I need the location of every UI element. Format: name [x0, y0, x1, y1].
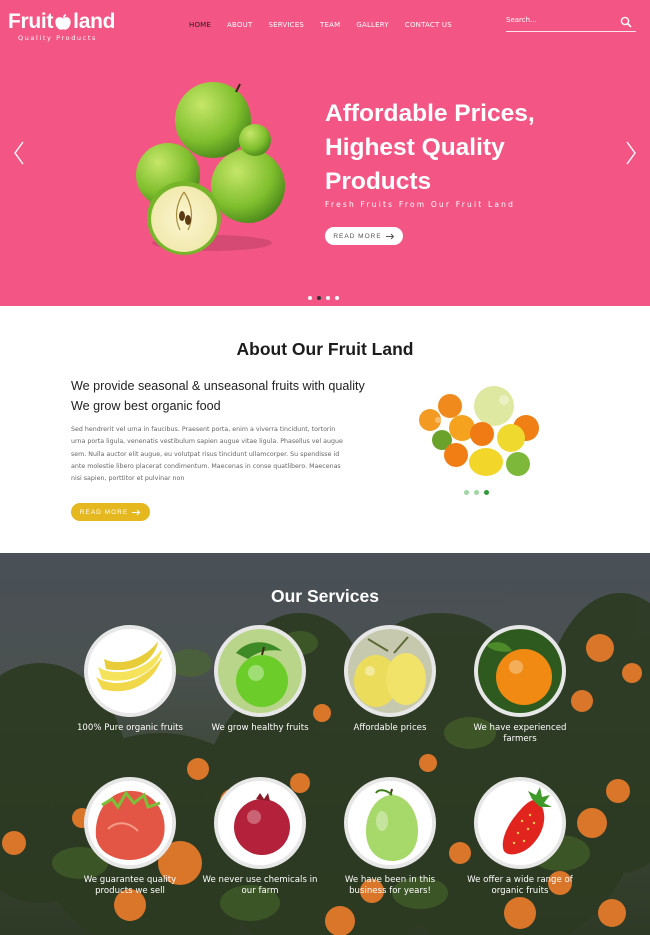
hero-title-line: Affordable Prices,: [325, 100, 535, 127]
about-title: About Our Fruit Land: [236, 339, 414, 359]
slider-dot-active[interactable]: [484, 490, 489, 495]
hero-read-more-button[interactable]: READ MORE: [325, 227, 403, 245]
dragon-fruit-icon: [88, 781, 172, 865]
service-image: [344, 777, 436, 869]
about-section: About Our Fruit Land We provide seasonal…: [0, 306, 650, 553]
about-lead-line: We grow best organic food: [71, 398, 221, 413]
brand-tagline: Quality Products: [18, 34, 97, 42]
mixed-fruits-image: [419, 386, 539, 476]
service-label: We have experienced farmers: [473, 723, 567, 744]
orange-icon: [478, 629, 562, 713]
service-image: [84, 777, 176, 869]
lemons-icon: [348, 629, 432, 713]
slider-dot-active[interactable]: [317, 296, 321, 300]
slider-next-icon[interactable]: [624, 140, 638, 166]
nav-item-gallery[interactable]: GALLERY: [356, 21, 389, 29]
about-body-line: urna porta ligula, venenatis vestibulum …: [71, 438, 343, 446]
service-label: 100% Pure organic fruits: [76, 723, 184, 733]
about-body-text: Sed hendrerit vel urna in faucibus. Prae…: [71, 424, 361, 485]
brand-name-part1: Fruit: [8, 10, 54, 33]
about-body-line: Sed hendrerit vel urna in faucibus. Prae…: [71, 426, 336, 433]
hero-read-more-label: READ MORE: [333, 232, 382, 240]
bananas-icon: [88, 629, 172, 713]
slider-dot[interactable]: [474, 490, 479, 495]
nav-item-contact[interactable]: CONTACT US: [405, 21, 452, 29]
search-box: [506, 14, 636, 32]
slider-dot[interactable]: [464, 490, 469, 495]
service-item[interactable]: We have experienced farmers: [460, 625, 580, 744]
green-apple-icon: [218, 629, 302, 713]
service-item[interactable]: We grow healthy fruits: [200, 625, 320, 734]
about-body-line: ante molestie libero placerat condimentu…: [71, 462, 341, 470]
service-item[interactable]: We offer a wide range of organic fruits: [460, 777, 580, 896]
strawberry-icon: [478, 781, 562, 865]
hero-slider-dots: [308, 296, 339, 300]
about-read-more-label: READ MORE: [79, 508, 129, 516]
search-icon[interactable]: [620, 16, 632, 28]
about-slider-dots: [464, 490, 489, 495]
hero-title-line: Products: [325, 168, 432, 195]
service-label: We have been in this business for years!: [344, 875, 436, 896]
brand-name-part2: land: [73, 10, 116, 33]
nav-item-home[interactable]: HOME: [189, 21, 211, 29]
service-label: We grow healthy fruits: [211, 723, 309, 733]
service-label: We guarantee quality products we sell: [83, 875, 177, 896]
service-image: [84, 625, 176, 717]
services-title: Our Services: [271, 586, 379, 606]
service-image: [214, 625, 306, 717]
about-body-line: nisi sapien, porttitor et pulvinar non: [71, 475, 185, 483]
slider-dot[interactable]: [326, 296, 330, 300]
arrow-right-icon: [385, 233, 394, 239]
green-apples-image: [136, 82, 285, 255]
guava-icon: [348, 781, 432, 865]
service-item[interactable]: We have been in this business for years!: [330, 777, 450, 896]
about-lead-line: We provide seasonal & unseasonal fruits …: [71, 379, 365, 393]
service-item[interactable]: 100% Pure organic fruits: [70, 625, 190, 734]
service-image: [474, 777, 566, 869]
apple-logo-icon: [55, 13, 71, 30]
slider-dot[interactable]: [308, 296, 312, 300]
service-label: We never use chemicals in our farm: [202, 875, 318, 896]
about-lead: We provide seasonal & unseasonal fruits …: [71, 377, 365, 416]
services-section: Our Services 100% Pure organic fruits We: [0, 553, 650, 935]
hero-subtitle: Fresh Fruits From Our Fruit Land: [325, 200, 516, 209]
service-label: We offer a wide range of organic fruits: [467, 875, 573, 896]
nav-item-about[interactable]: ABOUT: [227, 21, 252, 29]
pomegranate-icon: [218, 781, 302, 865]
hero-title: Affordable Prices, Highest Quality Produ…: [325, 97, 625, 199]
brand-logo[interactable]: Fruit land Quality Products: [8, 10, 115, 42]
hero-banner: Fruit land Quality Products HOME ABOUT S…: [0, 0, 650, 306]
slider-dot[interactable]: [335, 296, 339, 300]
search-input[interactable]: [506, 16, 616, 24]
service-image: [344, 625, 436, 717]
nav-item-services[interactable]: SERVICES: [268, 21, 304, 29]
arrow-right-icon: [132, 509, 141, 515]
hero-title-line: Highest Quality: [325, 134, 505, 161]
main-nav: HOME ABOUT SERVICES TEAM GALLERY CONTACT…: [189, 21, 468, 29]
nav-item-team[interactable]: TEAM: [320, 21, 340, 29]
about-body-line: sem. Nulla auctor elit augue, eu volutpa…: [71, 450, 340, 458]
service-label: Affordable prices: [353, 723, 427, 733]
service-item[interactable]: Affordable prices: [330, 625, 450, 734]
slider-prev-icon[interactable]: [12, 140, 26, 166]
service-item[interactable]: We never use chemicals in our farm: [200, 777, 320, 896]
about-read-more-button[interactable]: READ MORE: [71, 503, 150, 521]
service-item[interactable]: We guarantee quality products we sell: [70, 777, 190, 896]
service-image: [214, 777, 306, 869]
service-image: [474, 625, 566, 717]
